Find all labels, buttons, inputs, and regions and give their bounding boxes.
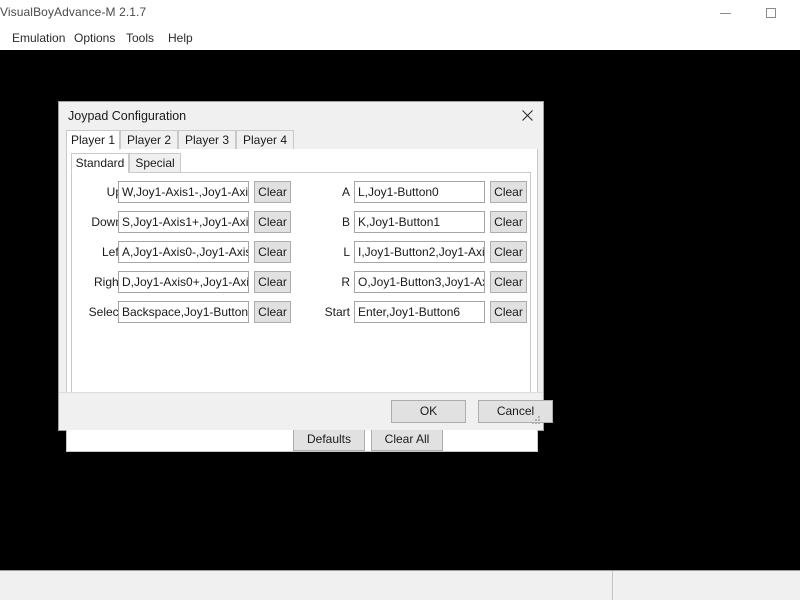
binding-input-r[interactable]: O,Joy1-Button3,Joy1-Axis5 (354, 271, 485, 293)
clear-button-start[interactable]: Clear (490, 301, 527, 323)
binding-label-a: A (341, 185, 350, 199)
binding-label-l: L (343, 245, 350, 259)
maximize-button[interactable] (749, 0, 795, 26)
menu-item-help[interactable]: Help (160, 26, 201, 50)
clear-all-button[interactable]: Clear All (371, 428, 443, 451)
binding-label-b: B (341, 215, 350, 229)
dialog-title: Joypad Configuration (68, 109, 187, 123)
status-panel-right (613, 571, 800, 600)
menu-bar: Emulation Options Tools Help (0, 26, 800, 51)
close-icon[interactable] (515, 104, 541, 127)
resize-grip-icon[interactable] (529, 416, 541, 428)
joypad-configuration-dialog: Joypad Configuration Player 1 Player 2 Pla… (58, 101, 553, 452)
menu-item-tools[interactable]: Tools (118, 26, 162, 50)
tab-player-4[interactable]: Player 4 (236, 130, 294, 150)
status-panel-left (0, 571, 613, 600)
maximize-icon (766, 8, 776, 18)
dialog-footer: OK Cancel (59, 392, 553, 430)
binding-label-start: Start (324, 305, 350, 319)
window-title: VisualBoyAdvance-M 2.1.7 (0, 5, 147, 19)
status-bar (0, 570, 800, 600)
application-window: VisualBoyAdvance-M 2.1.7 Emulation Option… (0, 0, 800, 600)
clear-button-r[interactable]: Clear (490, 271, 527, 293)
binding-input-b[interactable]: K,Joy1-Button1 (354, 211, 485, 233)
clear-button-b[interactable]: Clear (490, 211, 527, 233)
close-glyph (522, 110, 533, 121)
minimize-icon (720, 13, 731, 14)
dialog-title-bar: Joypad Configuration (59, 102, 543, 129)
menu-item-options[interactable]: Options (66, 26, 123, 50)
sub-tab-bar: Standard Special (71, 153, 531, 173)
binding-row-l: L I,Joy1-Button2,Joy1-Axis4 Clear (72, 241, 532, 263)
binding-row-r: R O,Joy1-Button3,Joy1-Axis5Clear (72, 271, 532, 293)
title-bar: VisualBoyAdvance-M 2.1.7 (0, 0, 800, 27)
binding-row-a: A L,Joy1-Button0 Clear (72, 181, 532, 203)
minimize-button[interactable] (703, 0, 749, 26)
binding-row-start: Start Enter,Joy1-Button6 Clear (72, 301, 532, 323)
clear-button-a[interactable]: Clear (490, 181, 527, 203)
binding-label-r: R (341, 275, 350, 289)
menu-item-emulation[interactable]: Emulation (4, 26, 73, 50)
tab-player-2[interactable]: Player 2 (120, 130, 178, 150)
player-tab-bar: Player 1 Player 2 Player 3 Player 4 (66, 130, 538, 150)
binding-input-start[interactable]: Enter,Joy1-Button6 (354, 301, 485, 323)
binding-row-b: B K,Joy1-Button1 Clear (72, 211, 532, 233)
bindings-panel: Up W,Joy1-Axis1-,Joy1-Axis3 Clear Down S,Joy… (71, 172, 531, 402)
cancel-button[interactable]: Cancel (478, 400, 553, 423)
tab-special[interactable]: Special (129, 153, 181, 173)
tab-standard[interactable]: Standard (71, 153, 129, 173)
binding-input-a[interactable]: L,Joy1-Button0 (354, 181, 485, 203)
ok-button[interactable]: OK (391, 400, 466, 423)
tab-player-1[interactable]: Player 1 (66, 130, 120, 150)
binding-input-l[interactable]: I,Joy1-Button2,Joy1-Axis4 (354, 241, 485, 263)
tab-player-3[interactable]: Player 3 (178, 130, 236, 150)
defaults-button[interactable]: Defaults (293, 428, 365, 451)
clear-button-l[interactable]: Clear (490, 241, 527, 263)
